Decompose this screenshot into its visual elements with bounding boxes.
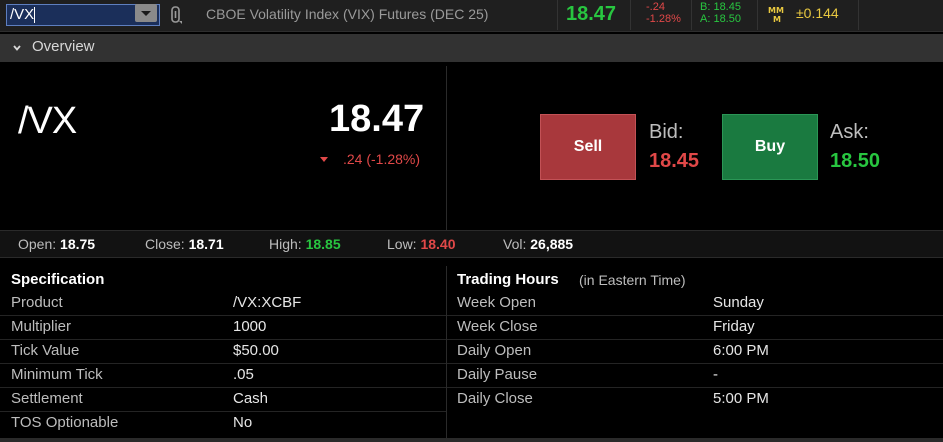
stat-low-value: 18.40 (420, 236, 456, 252)
trading-hours-title: Trading Hours (457, 271, 559, 288)
svg-text:M: M (773, 15, 781, 23)
spec-label: Product (11, 294, 63, 311)
stat-open-value: 18.75 (60, 236, 96, 252)
buy-button[interactable]: Buy (722, 114, 818, 180)
stats-bar: Open: 18.75 Close: 18.71 High: 18.85 Low… (0, 230, 943, 258)
specification-title: Specification (11, 271, 105, 288)
symbol-heading: /VX (18, 100, 77, 142)
stat-volume: Vol: 26,885 (503, 236, 573, 252)
hours-value: Friday (713, 318, 755, 335)
market-maker-move: ±0.144 (796, 5, 839, 21)
spec-value: 1000 (233, 318, 267, 335)
last-price: 18.47 (329, 98, 425, 140)
mm-icon[interactable]: MM M (768, 5, 790, 23)
stat-volume-value: 26,885 (530, 236, 574, 252)
stat-close: Close: 18.71 (145, 236, 224, 252)
table-row: Week Close Friday (447, 316, 943, 340)
chevron-down-icon[interactable] (13, 44, 21, 52)
dropdown-arrow-icon[interactable] (135, 4, 157, 22)
overview-header[interactable]: Overview (0, 34, 943, 62)
divider (557, 0, 558, 30)
svg-text:MM: MM (768, 6, 784, 15)
bid-value: 18.45 (649, 150, 700, 172)
stat-volume-label: Vol: (503, 236, 527, 252)
toolbar-bid: B: 18.45 (700, 1, 741, 13)
divider (757, 0, 758, 30)
spec-label: Settlement (11, 390, 83, 407)
spec-value: No (233, 414, 253, 431)
toolbar-ask: A: 18.50 (700, 13, 741, 25)
hours-label: Week Open (457, 294, 536, 311)
stat-open-label: Open: (18, 236, 57, 252)
bottom-border (0, 438, 943, 442)
link-icon[interactable] (170, 6, 182, 24)
spec-label: TOS Optionable (11, 414, 119, 431)
table-row: Minimum Tick .05 (0, 364, 446, 388)
spec-label: Minimum Tick (11, 366, 103, 383)
hours-value: 5:00 PM (713, 390, 769, 407)
hours-label: Daily Pause (457, 366, 538, 383)
stat-high-value: 18.85 (305, 236, 341, 252)
sell-button[interactable]: Sell (540, 114, 636, 180)
table-row: Tick Value $50.00 (0, 340, 446, 364)
table-row: Daily Close 5:00 PM (447, 388, 943, 412)
hours-label: Week Close (457, 318, 538, 335)
trading-hours-subtitle: (in Eastern Time) (579, 272, 686, 288)
spec-value: $50.00 (233, 342, 279, 359)
spec-label: Multiplier (11, 318, 72, 335)
ask-value: 18.50 (830, 150, 881, 172)
bid-label: Bid: (649, 121, 684, 143)
spec-value: /VX:XCBF (233, 294, 302, 311)
hours-value: Sunday (713, 294, 764, 311)
stat-high-label: High: (269, 236, 302, 252)
table-row: Daily Pause - (447, 364, 943, 388)
stat-low: Low: 18.40 (387, 236, 456, 252)
toolbar-change: -.24 -1.28% (646, 1, 681, 25)
down-arrow-icon (320, 157, 328, 162)
text-caret (34, 7, 35, 23)
table-row: Settlement Cash (0, 388, 446, 412)
stat-high: High: 18.85 (269, 236, 341, 252)
hours-label: Daily Open (457, 342, 532, 359)
divider (446, 66, 447, 230)
ask-label: Ask: (830, 121, 869, 143)
instrument-description: CBOE Volatility Index (VIX) Futures (DEC… (206, 6, 489, 22)
hours-value: - (713, 366, 718, 383)
table-row: Week Open Sunday (447, 292, 943, 316)
spec-label: Tick Value (11, 342, 80, 359)
divider (858, 0, 859, 30)
divider (630, 0, 631, 30)
overview-title: Overview (32, 38, 95, 55)
stat-low-label: Low: (387, 236, 417, 252)
stat-close-value: 18.71 (188, 236, 224, 252)
stat-open: Open: 18.75 (18, 236, 95, 252)
table-row: Multiplier 1000 (0, 316, 446, 340)
price-change: .24 (-1.28%) (343, 151, 421, 167)
toolbar-net-change: -.24 (646, 1, 665, 13)
toolbar-pct-change: -1.28% (646, 13, 681, 25)
toolbar-bid-ask: B: 18.45 A: 18.50 (700, 1, 741, 25)
table-row: TOS Optionable No (0, 412, 446, 436)
table-row: Product /VX:XCBF (0, 292, 446, 316)
stat-close-label: Close: (145, 236, 185, 252)
spec-value: .05 (233, 366, 254, 383)
symbol-input-value[interactable]: /VX (10, 6, 34, 23)
toolbar-last-price: 18.47 (566, 3, 617, 25)
spec-value: Cash (233, 390, 269, 407)
divider (691, 0, 692, 30)
hours-value: 6:00 PM (713, 342, 769, 359)
table-row: Daily Open 6:00 PM (447, 340, 943, 364)
hours-label: Daily Close (457, 390, 533, 407)
